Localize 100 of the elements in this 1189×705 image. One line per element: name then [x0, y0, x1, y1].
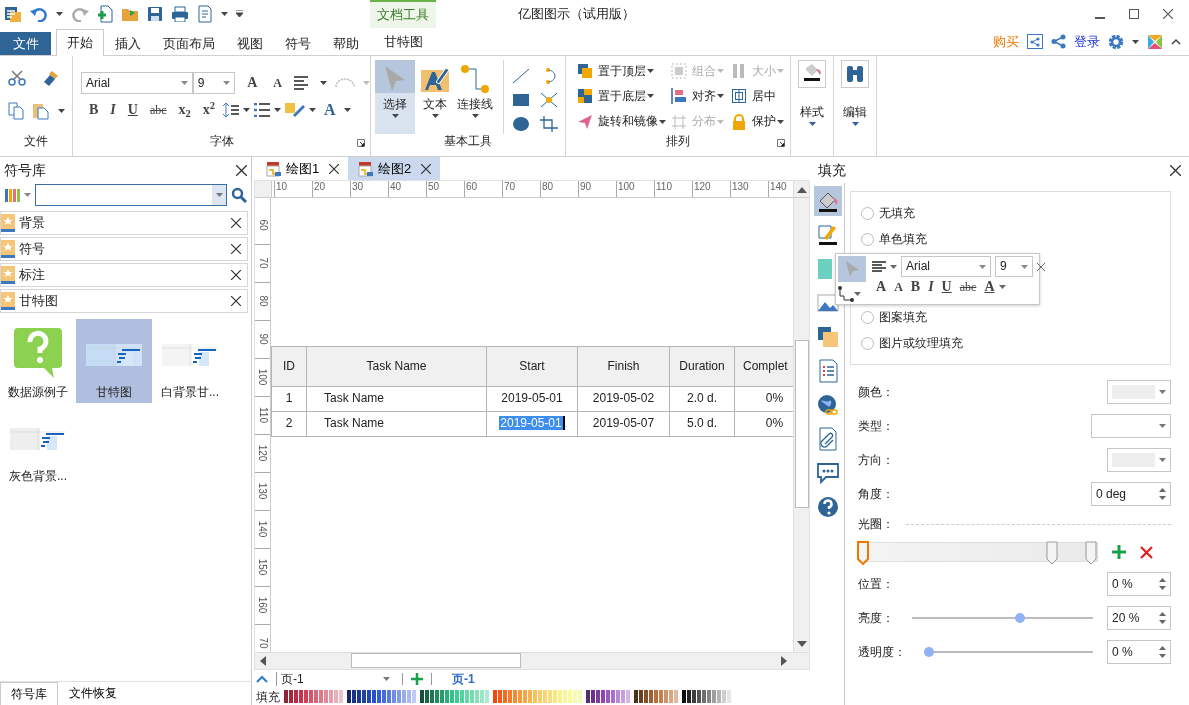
spin-arrows-icon[interactable]: [1159, 488, 1166, 500]
panel-tab[interactable]: 文件恢复: [58, 682, 128, 705]
menu-tab[interactable]: 文件: [0, 32, 51, 55]
italic-button[interactable]: I: [924, 280, 938, 294]
copy-icon[interactable]: [8, 102, 24, 120]
collapse-ribbon-icon[interactable]: [1171, 38, 1181, 45]
scroll-down-icon[interactable]: [796, 641, 807, 648]
radio-button[interactable]: [861, 206, 874, 220]
menu-tab[interactable]: 插入: [104, 32, 152, 55]
edit-button[interactable]: 编辑: [834, 56, 876, 134]
radio-button[interactable]: [861, 336, 874, 350]
share-icon[interactable]: [1051, 34, 1066, 49]
crop-tool-icon[interactable]: [540, 116, 558, 132]
underline-button[interactable]: U: [123, 103, 142, 117]
image-icon[interactable]: [816, 291, 840, 315]
arrange-button[interactable]: 保护: [728, 110, 790, 133]
font-family-select[interactable]: Arial: [901, 256, 991, 277]
subscript-button[interactable]: x$_{2}$: [174, 103, 195, 117]
layers-icon[interactable]: [816, 325, 840, 349]
add-stop-icon[interactable]: [1112, 545, 1126, 559]
scroll-left-icon[interactable]: [260, 656, 266, 666]
template-item[interactable]: 数据源例子: [0, 319, 76, 403]
scroll-up-icon[interactable]: [796, 186, 807, 193]
library-item[interactable]: 符号: [0, 237, 248, 261]
close-icon[interactable]: [1170, 164, 1181, 176]
format-painter-icon[interactable]: [42, 70, 60, 86]
style-button[interactable]: 样式: [791, 56, 833, 134]
menu-tab[interactable]: 视图: [226, 32, 274, 55]
font-color-button[interactable]: A: [980, 280, 999, 294]
template-item[interactable]: 甘特图: [76, 319, 152, 403]
font-color-button[interactable]: A: [320, 102, 340, 118]
document-tab[interactable]: 绘图2: [348, 157, 440, 180]
strikethrough-button[interactable]: abc: [145, 104, 171, 116]
gradient-stop-handle[interactable]: [1085, 541, 1097, 565]
maximize-icon[interactable]: [1129, 9, 1139, 19]
tool-button[interactable]: 文本: [415, 60, 455, 134]
arrange-button[interactable]: 居中: [728, 85, 790, 108]
bold-button[interactable]: B: [85, 103, 103, 117]
underline-button[interactable]: U: [937, 280, 956, 294]
grow-font-button[interactable]: A: [872, 280, 891, 294]
share-folder-icon[interactable]: [1027, 34, 1043, 49]
panel-tab[interactable]: 符号库: [0, 682, 58, 705]
grow-font-button[interactable]: A: [243, 76, 262, 90]
scrollbar-thumb[interactable]: [794, 339, 809, 508]
angle-input[interactable]: 0 deg: [1091, 482, 1171, 506]
document-tab[interactable]: 绘图1: [256, 157, 348, 180]
add-page-icon[interactable]: [411, 673, 423, 686]
arrange-button[interactable]: 置于底层: [574, 85, 668, 108]
position-input[interactable]: 0 %: [1107, 572, 1171, 596]
line-tool-icon[interactable]: [512, 68, 530, 84]
rectangle-tool-icon[interactable]: [512, 92, 530, 108]
close-icon[interactable]: [1163, 9, 1173, 19]
settings-icon[interactable]: [1108, 33, 1124, 50]
align-icon[interactable]: [872, 261, 886, 272]
font-size-select[interactable]: 9: [192, 72, 236, 94]
library-item[interactable]: 背景: [0, 211, 248, 235]
menu-tab[interactable]: 帮助: [322, 32, 370, 55]
pen-line-icon[interactable]: [816, 223, 840, 247]
library-icon[interactable]: [4, 187, 20, 203]
font-size-select[interactable]: 9: [995, 256, 1033, 277]
cut-icon[interactable]: [8, 70, 26, 86]
menu-tab[interactable]: 页面布局: [152, 32, 226, 55]
dialog-launcher-icon[interactable]: [777, 139, 785, 147]
library-item[interactable]: 标注: [0, 263, 248, 287]
italic-button[interactable]: I: [106, 103, 120, 117]
print-icon[interactable]: [171, 6, 189, 22]
app-icon[interactable]: [4, 5, 22, 23]
spin-arrows-icon[interactable]: [1159, 578, 1166, 590]
page-select[interactable]: 页-1: [276, 671, 394, 687]
close-icon[interactable]: [329, 163, 340, 174]
scroll-right-icon[interactable]: [781, 656, 787, 666]
new-document-icon[interactable]: [97, 5, 113, 23]
close-icon[interactable]: [231, 296, 241, 306]
point-tool-icon[interactable]: [540, 92, 558, 108]
arrange-button[interactable]: 旋转和镜像: [574, 110, 668, 133]
comment-icon[interactable]: [816, 461, 840, 485]
close-icon[interactable]: [1037, 262, 1045, 271]
undo-icon[interactable]: [30, 6, 48, 22]
paperclip-document-icon[interactable]: [816, 427, 840, 451]
scrollbar-thumb[interactable]: [351, 653, 521, 669]
remove-stop-icon[interactable]: [1140, 545, 1153, 559]
search-field[interactable]: [35, 184, 227, 206]
tool-button[interactable]: 选择: [375, 60, 415, 134]
close-icon[interactable]: [231, 218, 241, 228]
globe-link-icon[interactable]: [816, 393, 840, 417]
spin-arrows-icon[interactable]: [1159, 646, 1166, 658]
radio-button[interactable]: [861, 310, 874, 324]
paste-icon[interactable]: [32, 102, 50, 120]
library-item[interactable]: 甘特图: [0, 289, 248, 313]
search-icon[interactable]: [231, 187, 247, 203]
menu-tab[interactable]: 甘特图: [370, 28, 436, 55]
app-logo-icon[interactable]: [1147, 33, 1163, 50]
menu-tab[interactable]: 开始: [56, 29, 104, 56]
help-icon[interactable]: [816, 495, 840, 519]
arrange-button[interactable]: 对齐: [668, 85, 728, 108]
page-tab[interactable]: 页-1: [452, 671, 475, 687]
bullet-list-icon[interactable]: [254, 103, 271, 117]
slider-thumb[interactable]: [924, 647, 934, 657]
gradient-stop-handle[interactable]: [1046, 541, 1059, 565]
slider-thumb[interactable]: [1014, 613, 1025, 623]
